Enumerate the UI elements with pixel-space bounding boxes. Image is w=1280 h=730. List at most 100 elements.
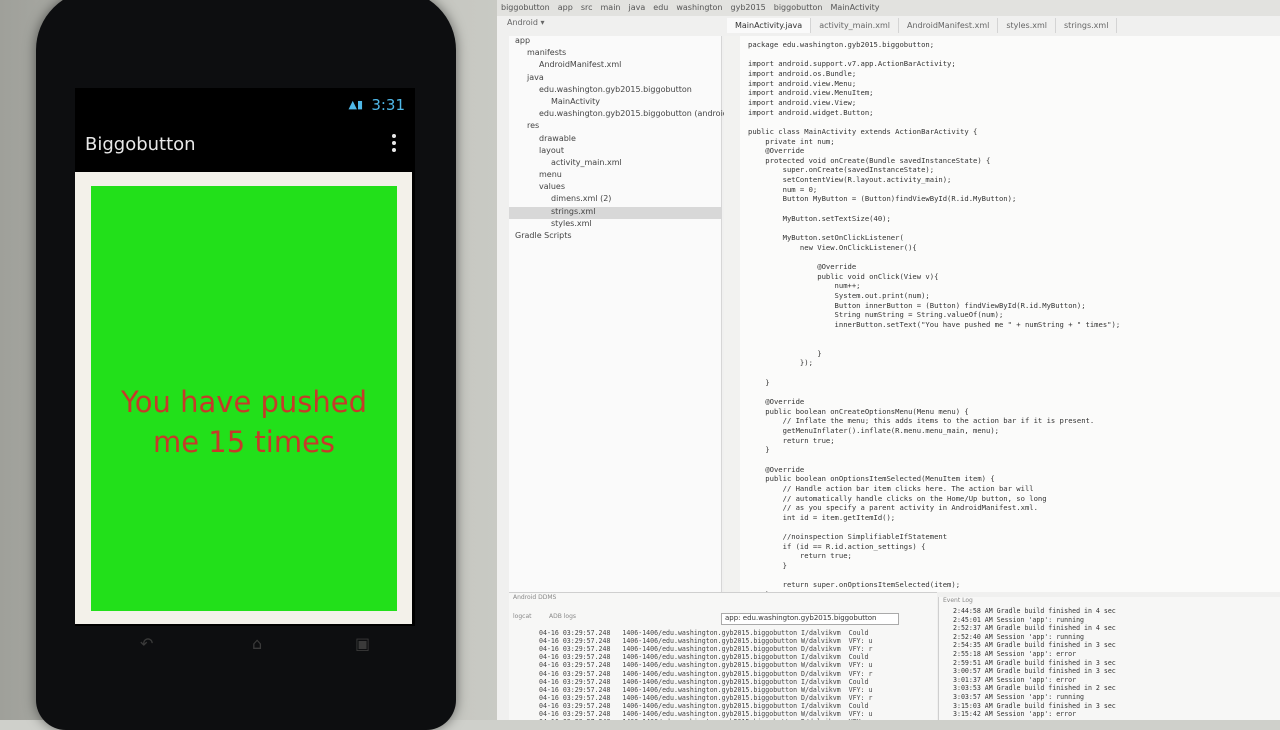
- overflow-menu-icon[interactable]: [391, 134, 397, 154]
- event-row: 2:59:51 AM Gradle build finished in 3 se…: [953, 658, 1116, 667]
- code-editor[interactable]: package edu.washington.gyb2015.biggobutt…: [724, 36, 1280, 599]
- tree-item[interactable]: edu.washington.gyb2015.biggobutton: [509, 85, 721, 97]
- back-icon[interactable]: ↶: [140, 634, 153, 653]
- adb-logs-tab[interactable]: ADB logs: [549, 613, 576, 620]
- code-line: return true;: [748, 551, 852, 561]
- code-line: return true;: [748, 435, 835, 445]
- tree-item[interactable]: app: [509, 36, 721, 48]
- logcat-tab[interactable]: logcat: [513, 613, 531, 620]
- app-title: Biggobutton: [85, 134, 196, 155]
- breadcrumb-item[interactable]: edu: [649, 0, 672, 12]
- event-row: 3:03:53 AM Gradle build finished in 2 se…: [953, 684, 1116, 693]
- tree-item[interactable]: values: [509, 182, 721, 194]
- code-line: innerButton.setText("You have pushed me …: [748, 319, 1121, 329]
- breadcrumb-item[interactable]: gyb2015: [727, 0, 770, 12]
- code-line: setContentView(R.layout.activity_main);: [748, 175, 952, 185]
- event-row: 2:52:40 AM Session 'app': running: [953, 632, 1085, 641]
- tree-item[interactable]: java: [509, 73, 721, 85]
- editor-tab[interactable]: activity_main.xml: [811, 18, 899, 33]
- tree-item[interactable]: layout: [509, 146, 721, 158]
- code-line: super.onCreate(savedInstanceState);: [748, 165, 935, 175]
- breadcrumb-item[interactable]: main: [597, 0, 625, 12]
- tree-item[interactable]: manifests: [509, 48, 721, 60]
- event-row: 2:52:37 AM Gradle build finished in 4 se…: [953, 624, 1116, 633]
- breadcrumb-item[interactable]: java: [625, 0, 650, 12]
- log-line: 04-16 03:29:57.248 1406-1406/edu.washing…: [539, 661, 873, 670]
- tree-item[interactable]: res: [509, 121, 721, 133]
- tree-item[interactable]: edu.washington.gyb2015.biggobutton (andr…: [509, 109, 747, 121]
- project-tree: app manifests AndroidManifest.xml java edu.w…: [509, 36, 747, 592]
- ddms-panel: Android DDMS logcat ADB logs app: edu.wa…: [509, 592, 937, 720]
- editor-tab[interactable]: AndroidManifest.xml: [899, 18, 999, 33]
- log-line: 04-16 03:29:57.248 1406-1406/edu.washing…: [539, 710, 873, 718]
- editor-tab[interactable]: styles.xml: [998, 18, 1056, 33]
- project-view-selector[interactable]: Android ▾: [507, 18, 727, 36]
- code-line: protected void onCreate(Bundle savedInst…: [748, 155, 991, 165]
- tree-item[interactable]: MainActivity: [509, 97, 721, 109]
- tree-item[interactable]: AndroidManifest.xml: [509, 60, 721, 72]
- code-line: MyButton.setTextSize(40);: [748, 213, 891, 223]
- breadcrumb-item[interactable]: MainActivity: [827, 0, 884, 12]
- code-line: package edu.washington.gyb2015.biggobutt…: [748, 40, 935, 49]
- event-row: 3:15:03 AM Gradle build finished in 3 se…: [953, 701, 1116, 710]
- home-icon[interactable]: ⌂: [252, 634, 262, 653]
- event-row: 2:44:58 AM Gradle build finished in 4 se…: [953, 607, 1116, 615]
- code-line: if (id == R.id.action_settings) {: [748, 541, 926, 551]
- tree-item[interactable]: activity_main.xml: [509, 158, 721, 170]
- app-content: You have pushed me 15 times: [75, 172, 412, 624]
- tree-item[interactable]: Gradle Scripts: [509, 231, 721, 243]
- breadcrumb-item[interactable]: washington: [672, 0, 726, 12]
- process-filter[interactable]: app: edu.washington.gyb2015.biggobutton: [721, 613, 899, 625]
- editor-gutter: [724, 36, 740, 592]
- code-line: @Override: [748, 397, 805, 407]
- event-row: 2:54:35 AM Gradle build finished in 3 se…: [953, 641, 1116, 650]
- code-line: import android.widget.Button;: [748, 107, 874, 117]
- code-line: @Override: [748, 261, 857, 271]
- code-line: Button MyButton = (Button)findViewById(R…: [748, 194, 1017, 204]
- code-line: });: [748, 358, 813, 368]
- editor-tab[interactable]: strings.xml: [1056, 18, 1118, 33]
- code-line: import android.view.MenuItem;: [748, 88, 874, 98]
- code-line: public boolean onCreateOptionsMenu(Menu …: [748, 406, 969, 416]
- log-line: 04-16 03:29:57.248 1406-1406/edu.washing…: [539, 645, 873, 654]
- code-line: // Inflate the menu; this adds items to …: [748, 416, 1095, 426]
- code-line: //noinspection SimplifiableIfStatement: [748, 532, 948, 542]
- signal-battery-icon: ▲▮: [348, 98, 363, 111]
- code-line: Button innerButton = (Button) findViewBy…: [748, 300, 1086, 310]
- status-time: 3:31: [371, 96, 405, 114]
- tree-item[interactable]: menu: [509, 170, 721, 182]
- tree-item[interactable]: styles.xml: [509, 219, 721, 231]
- breadcrumb-item[interactable]: src: [577, 0, 597, 12]
- code-line: new View.OnClickListener(){: [748, 242, 917, 252]
- log-line: 04-16 03:29:57.248 1406-1406/edu.washing…: [539, 701, 869, 710]
- tree-item[interactable]: dimens.xml (2): [509, 194, 721, 206]
- big-button-label: You have pushed me 15 times: [120, 385, 368, 459]
- event-log-panel: Event Log 2:44:58 AM Gradle build finish…: [938, 597, 1280, 720]
- breadcrumb-item[interactable]: biggobutton: [497, 0, 554, 12]
- code-line: }: [748, 561, 787, 571]
- log-line: 04-16 03:29:57.248 1406-1406/edu.washing…: [539, 669, 873, 678]
- code-line: public void onClick(View v){: [748, 271, 939, 281]
- breadcrumb-item[interactable]: app: [554, 0, 577, 12]
- event-row: 2:45:01 AM Session 'app': running: [953, 615, 1085, 624]
- code-line: // automatically handle clicks on the Ho…: [748, 493, 1047, 503]
- action-bar: Biggobutton: [75, 126, 405, 166]
- breadcrumb-item[interactable]: biggobutton: [770, 0, 827, 12]
- event-log-title: Event Log: [943, 597, 973, 604]
- navigation-bar: ↶ ⌂ ▣: [140, 634, 390, 658]
- code-line: String numString = String.valueOf(num);: [748, 310, 1004, 320]
- code-line: return super.onOptionsItemSelected(item)…: [748, 580, 961, 590]
- code-line: num = 0;: [748, 184, 818, 194]
- recents-icon[interactable]: ▣: [355, 634, 370, 653]
- event-row: 3:00:57 AM Gradle build finished in 3 se…: [953, 667, 1116, 676]
- editor-tab[interactable]: MainActivity.java: [727, 18, 812, 33]
- code-line: @Override: [748, 146, 805, 156]
- code-line: }: [748, 348, 822, 358]
- tree-item[interactable]: drawable: [509, 134, 721, 146]
- big-button[interactable]: You have pushed me 15 times: [91, 186, 397, 611]
- tree-item[interactable]: strings.xml: [509, 206, 721, 219]
- code-line: MyButton.setOnClickListener(: [748, 233, 904, 242]
- log-line: 04-16 03:29:57.248 1406-1406/edu.washing…: [539, 693, 873, 702]
- code-line: public boolean onOptionsItemSelected(Men…: [748, 474, 995, 484]
- event-row: 3:15:42 AM Session 'app': error: [953, 710, 1077, 719]
